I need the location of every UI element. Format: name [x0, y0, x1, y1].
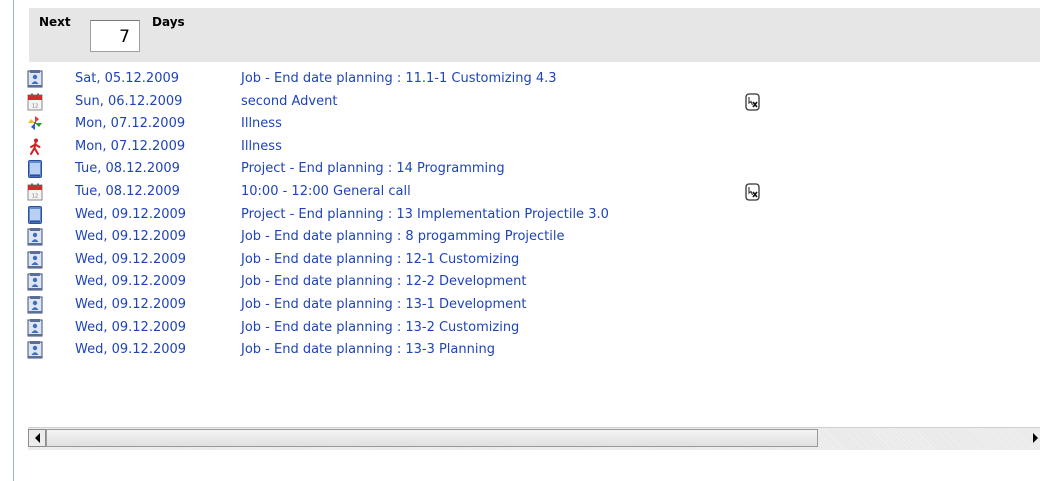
walking-person-icon [27, 138, 43, 156]
event-description[interactable]: Job - End date planning : 8 progamming P… [241, 229, 564, 244]
person-icon [27, 250, 43, 269]
event-description[interactable]: Illness [241, 116, 282, 131]
remove-entry-icon[interactable] [743, 92, 763, 112]
person-icon [27, 295, 43, 314]
event-date[interactable]: Wed, 09.12.2009 [75, 297, 186, 312]
event-date[interactable]: Wed, 09.12.2009 [75, 342, 186, 357]
days-label: Days [152, 15, 185, 29]
event-row[interactable]: 12 Tue, 08.12.2009 10:00 - 12:00 General c… [24, 181, 1040, 204]
event-row[interactable]: Mon, 07.12.2009 Illness [24, 113, 1040, 136]
horizontal-scrollbar[interactable] [28, 427, 1040, 450]
scroll-right-button[interactable] [1026, 429, 1040, 447]
event-row[interactable]: Wed, 09.12.2009 Job - End date planning :… [24, 294, 1040, 317]
event-description[interactable]: Project - End planning : 13 Implementati… [241, 207, 609, 222]
event-date[interactable]: Sat, 05.12.2009 [75, 71, 179, 86]
svg-text:12: 12 [32, 193, 38, 199]
event-row[interactable]: Wed, 09.12.2009 Job - End date planning :… [24, 226, 1040, 249]
event-row[interactable]: 12 Sun, 06.12.2009 second Advent [24, 91, 1040, 114]
event-description[interactable]: 10:00 - 12:00 General call [241, 184, 411, 199]
svg-text:12: 12 [32, 103, 38, 109]
event-description[interactable]: Job - End date planning : 11.1-1 Customi… [241, 71, 557, 86]
event-row[interactable]: Wed, 09.12.2009 Job - End date planning :… [24, 317, 1040, 340]
event-row[interactable]: Wed, 09.12.2009 Job - End date planning :… [24, 339, 1040, 362]
event-date[interactable]: Tue, 08.12.2009 [75, 161, 180, 176]
calendar-icon: 12 [27, 93, 43, 111]
person-icon [27, 70, 43, 88]
event-description[interactable]: Job - End date planning : 12-2 Developme… [241, 274, 527, 289]
person-icon [27, 341, 43, 359]
event-description[interactable]: Project - End planning : 14 Programming [241, 161, 505, 176]
event-date[interactable]: Wed, 09.12.2009 [75, 320, 186, 335]
event-description[interactable]: Job - End date planning : 13-2 Customizi… [241, 320, 519, 335]
pinwheel-icon [27, 115, 43, 133]
event-date[interactable]: Mon, 07.12.2009 [75, 139, 185, 154]
event-description[interactable]: Job - End date planning : 13-3 Planning [241, 342, 495, 357]
event-description[interactable]: Job - End date planning : 12-1 Customizi… [241, 252, 519, 267]
event-row[interactable]: Wed, 09.12.2009 Project - End planning : … [24, 204, 1040, 227]
event-row[interactable]: Mon, 07.12.2009 Illness [24, 136, 1040, 159]
person-icon [27, 273, 43, 291]
event-date[interactable]: Sun, 06.12.2009 [75, 94, 182, 109]
event-date[interactable]: Tue, 08.12.2009 [75, 184, 180, 199]
person-icon [27, 228, 43, 246]
filter-header: Next 7 Days [29, 8, 1040, 62]
event-list: Sat, 05.12.2009 Job - End date planning :… [24, 68, 1040, 362]
event-row[interactable]: Wed, 09.12.2009 Job - End date planning :… [24, 249, 1040, 272]
event-date[interactable]: Wed, 09.12.2009 [75, 207, 186, 222]
event-description[interactable]: second Advent [241, 94, 337, 109]
project-icon [27, 160, 43, 179]
event-row[interactable]: Tue, 08.12.2009 Project - End planning : … [24, 158, 1040, 181]
upcoming-events-panel: Next 7 Days Sat, 05.12.2009 Job - End dat… [24, 8, 1040, 454]
next-label: Next [39, 15, 71, 29]
arrow-left-icon [34, 433, 40, 443]
event-date[interactable]: Mon, 07.12.2009 [75, 116, 185, 131]
remove-entry-icon[interactable] [743, 182, 763, 202]
person-icon [27, 318, 43, 337]
scroll-left-button[interactable] [28, 429, 46, 447]
days-count-input[interactable]: 7 [90, 20, 140, 52]
calendar-icon: 12 [27, 183, 43, 201]
project-icon [27, 205, 43, 224]
event-date[interactable]: Wed, 09.12.2009 [75, 252, 186, 267]
event-row[interactable]: Wed, 09.12.2009 Job - End date planning :… [24, 271, 1040, 294]
event-date[interactable]: Wed, 09.12.2009 [75, 274, 186, 289]
event-date[interactable]: Wed, 09.12.2009 [75, 229, 186, 244]
scrollbar-thumb[interactable] [46, 429, 818, 447]
left-border-line [13, 0, 14, 481]
arrow-right-icon [1033, 433, 1038, 443]
event-description[interactable]: Illness [241, 139, 282, 154]
event-description[interactable]: Job - End date planning : 13-1 Developme… [241, 297, 527, 312]
event-row[interactable]: Sat, 05.12.2009 Job - End date planning :… [24, 68, 1040, 91]
